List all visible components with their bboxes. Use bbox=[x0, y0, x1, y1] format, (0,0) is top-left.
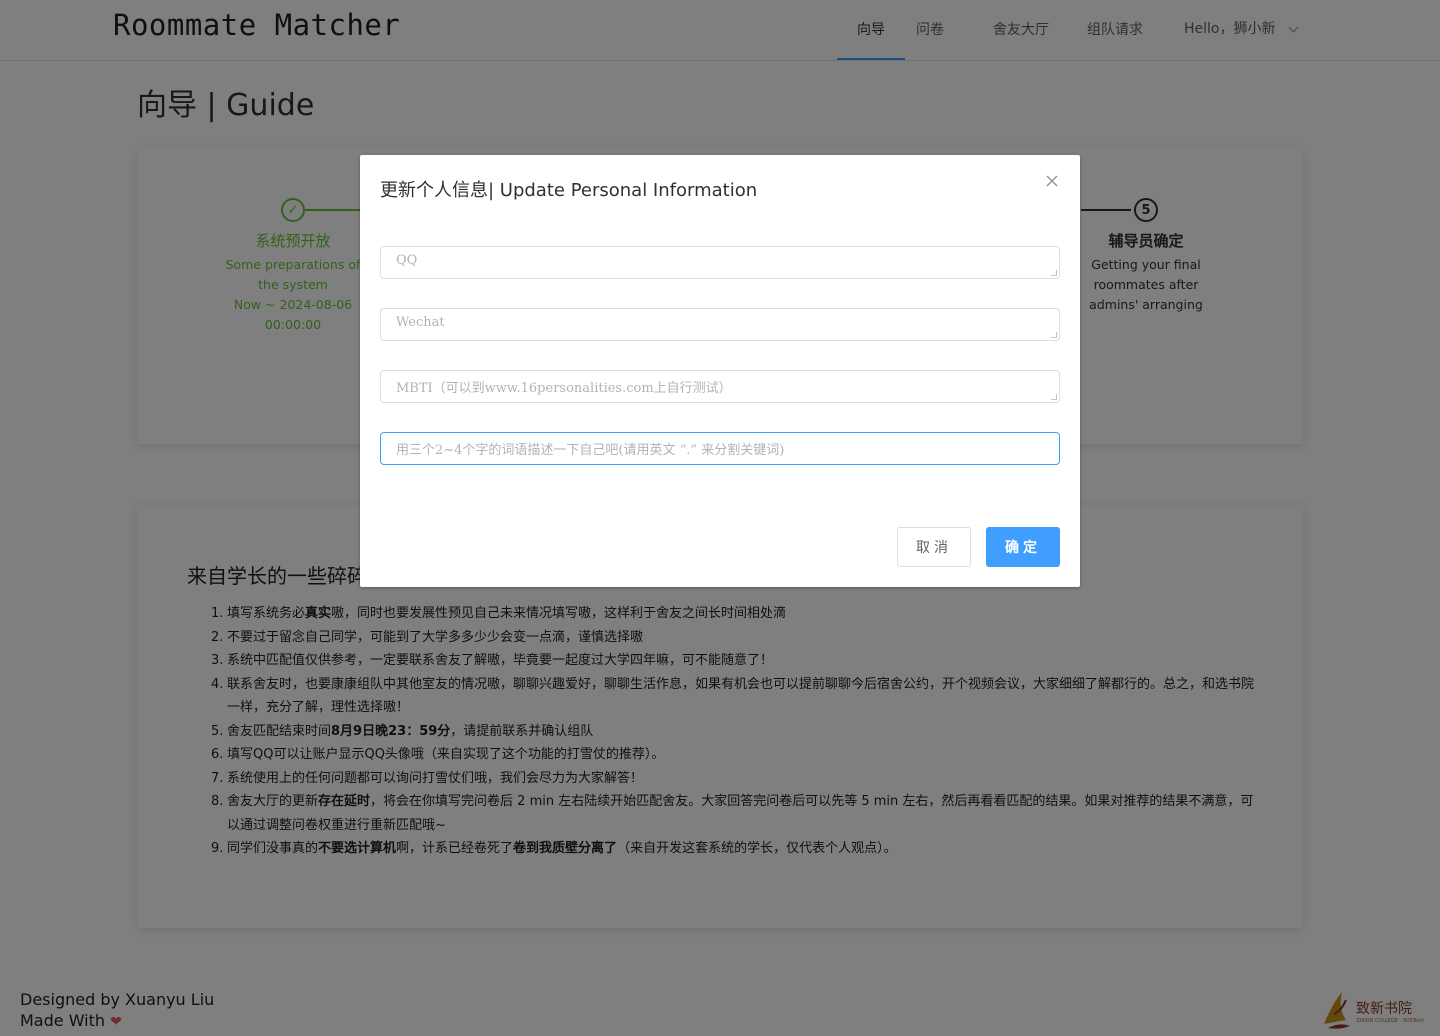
resize-handle[interactable] bbox=[1051, 332, 1057, 338]
page: Roommate Matcher 向导 问卷 舍友大厅 组队请求 Hello，狮… bbox=[0, 0, 1440, 1036]
confirm-button[interactable]: 确定 bbox=[986, 527, 1060, 567]
update-info-dialog: 更新个人信息| Update Personal Information 取消 确… bbox=[360, 155, 1080, 587]
qq-field[interactable] bbox=[380, 246, 1060, 279]
dialog-title: 更新个人信息| Update Personal Information bbox=[380, 180, 758, 201]
qq-input[interactable] bbox=[381, 247, 1059, 278]
close-icon[interactable] bbox=[1044, 173, 1060, 189]
keywords-input[interactable] bbox=[381, 433, 1059, 464]
cancel-button[interactable]: 取消 bbox=[897, 527, 971, 567]
resize-handle[interactable] bbox=[1051, 394, 1057, 400]
mbti-input[interactable] bbox=[381, 371, 1059, 402]
wechat-field[interactable] bbox=[380, 308, 1060, 341]
wechat-input[interactable] bbox=[381, 309, 1059, 340]
resize-handle[interactable] bbox=[1051, 270, 1057, 276]
mbti-field[interactable] bbox=[380, 370, 1060, 403]
keywords-field[interactable] bbox=[380, 432, 1060, 465]
